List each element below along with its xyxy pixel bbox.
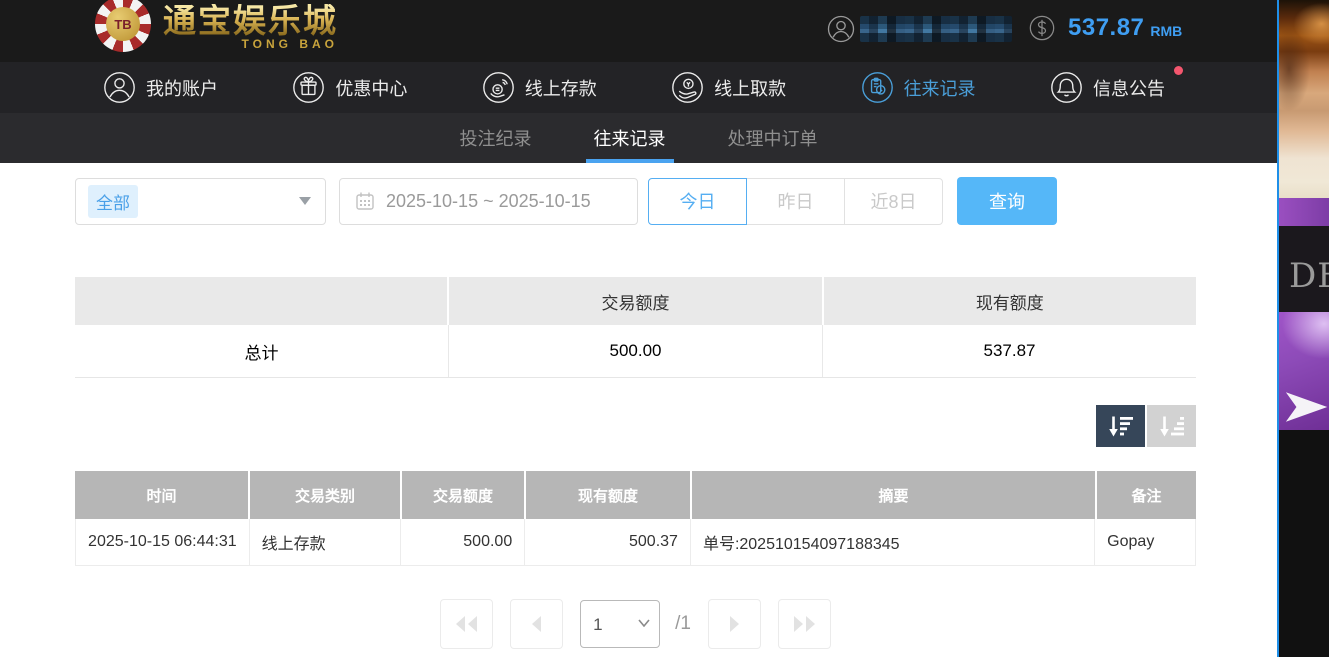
sort-ascending-button[interactable] — [1147, 405, 1196, 447]
logo-text: 通宝娱乐城 TONG BAO — [163, 4, 338, 51]
nav-item-my-account[interactable]: 我的账户 — [103, 71, 218, 104]
col-current-balance: 现有额度 — [524, 471, 690, 519]
first-page-icon — [453, 613, 481, 635]
banner-girl-photo — [1279, 0, 1329, 198]
calendar-icon — [355, 191, 375, 211]
nav-item-announcements[interactable]: 信息公告 — [1050, 71, 1165, 104]
nav-label: 往来记录 — [904, 75, 976, 101]
quick-date-group: 今日 昨日 近8日 — [648, 178, 943, 225]
banner-purple-band — [1279, 198, 1329, 226]
nav-label: 线上存款 — [525, 75, 597, 101]
col-summary: 摘要 — [690, 471, 1095, 519]
summary-header-trade-amount: 交易额度 — [447, 277, 821, 325]
sort-toolbar — [75, 405, 1196, 447]
cell-time: 2025-10-15 06:44:31 — [76, 519, 249, 565]
pagination: 1 /1 — [75, 599, 1196, 649]
first-page-button[interactable] — [440, 599, 493, 649]
yesterday-button[interactable]: 昨日 — [746, 178, 845, 225]
prev-page-button[interactable] — [510, 599, 563, 649]
filter-bar: 全部 2025-10-15 ~ 2025-10-15 今日 昨日 近8日 查询 — [75, 177, 1277, 225]
banner-roulette-photo — [1279, 430, 1329, 657]
date-range-picker[interactable]: 2025-10-15 ~ 2025-10-15 — [339, 178, 638, 225]
record-tabs: 投注纪录 往来记录 处理中订单 — [0, 113, 1277, 163]
today-button[interactable]: 今日 — [648, 178, 747, 225]
tab-bet-records[interactable]: 投注纪录 — [452, 113, 540, 163]
summary-total-label: 总计 — [75, 325, 448, 377]
nav-item-promotions[interactable]: 优惠中心 — [292, 71, 407, 104]
nav-item-deposit[interactable]: 线上存款 — [482, 71, 597, 104]
tab-transaction-records[interactable]: 往来记录 — [586, 113, 674, 163]
user-icon — [103, 71, 136, 104]
page-select[interactable]: 1 — [580, 600, 660, 648]
chevron-down-icon — [299, 197, 311, 205]
summary-total-row: 总计 500.00 537.87 — [75, 325, 1196, 377]
page-total: /1 — [675, 613, 691, 635]
nav-label: 优惠中心 — [335, 75, 407, 101]
last-8-days-button[interactable]: 近8日 — [844, 178, 943, 225]
nav-label: 我的账户 — [146, 75, 218, 101]
nav-item-withdraw[interactable]: 线上取款 — [671, 71, 786, 104]
sort-descending-button[interactable] — [1096, 405, 1145, 447]
withdraw-icon — [671, 71, 704, 104]
transactions-table: 时间 交易类别 交易额度 现有额度 摘要 备注 2025-10-15 06:44… — [75, 471, 1196, 566]
side-banner-strip: DB — [1277, 0, 1329, 657]
page-select-wrap: 1 — [580, 600, 660, 648]
col-remark: 备注 — [1095, 471, 1196, 519]
cell-trade-type: 线上存款 — [249, 519, 401, 565]
cell-summary: 单号:202510154097188345 — [690, 519, 1094, 565]
table-header-row: 时间 交易类别 交易额度 现有额度 摘要 备注 — [75, 471, 1196, 519]
user-avatar-icon — [826, 14, 856, 44]
username-redacted — [860, 16, 1012, 42]
nav-label: 线上取款 — [714, 75, 786, 101]
col-trade-type: 交易类别 — [248, 471, 400, 519]
notification-dot — [1174, 66, 1183, 75]
deposit-icon — [482, 71, 515, 104]
col-time: 时间 — [75, 471, 248, 519]
casino-chip-icon: TB — [95, 0, 151, 52]
sort-ascending-icon — [1158, 415, 1185, 438]
summary-header-empty — [75, 277, 447, 325]
gift-icon — [292, 71, 325, 104]
balance-display[interactable]: 537.87 RMB — [1028, 14, 1182, 42]
cell-trade-amount: 500.00 — [400, 519, 524, 565]
tab-pending-orders[interactable]: 处理中订单 — [720, 113, 826, 163]
summary-header-row: 交易额度 现有额度 — [75, 277, 1196, 325]
next-page-button[interactable] — [708, 599, 761, 649]
query-button[interactable]: 查询 — [957, 177, 1057, 225]
balance-amount: 537.87 — [1068, 14, 1144, 42]
main-content: 全部 2025-10-15 ~ 2025-10-15 今日 昨日 近8日 查询 — [0, 163, 1277, 649]
banner-purple-panel — [1279, 312, 1329, 430]
table-row: 2025-10-15 06:44:31 线上存款 500.00 500.37 单… — [75, 519, 1196, 566]
chip-monogram: TB — [106, 7, 140, 41]
type-select-dropdown[interactable]: 全部 — [75, 178, 326, 225]
summary-table: 交易额度 现有额度 总计 500.00 537.87 — [75, 277, 1196, 378]
col-trade-amount: 交易额度 — [400, 471, 524, 519]
cell-current-balance: 500.37 — [524, 519, 690, 565]
last-page-icon — [790, 613, 818, 635]
banner-brand-panel: DB — [1279, 226, 1329, 312]
banner-arrow-icon — [1285, 384, 1329, 430]
sort-descending-icon — [1107, 415, 1134, 438]
logo-title: 通宝娱乐城 — [163, 4, 338, 39]
top-bar: TB 通宝娱乐城 TONG BAO 537.87 RMB — [0, 0, 1277, 62]
banner-brand-letters: DB — [1289, 256, 1329, 296]
prev-page-icon — [523, 613, 551, 635]
summary-balance-total: 537.87 — [822, 325, 1196, 377]
nav-label: 信息公告 — [1093, 75, 1165, 101]
nav-item-transaction-records[interactable]: 往来记录 — [861, 71, 976, 104]
user-account[interactable] — [826, 14, 1012, 44]
site-logo[interactable]: TB 通宝娱乐城 TONG BAO — [95, 0, 338, 52]
balance-currency: RMB — [1150, 17, 1182, 39]
date-range-text: 2025-10-15 ~ 2025-10-15 — [386, 191, 591, 212]
summary-header-current-balance: 现有额度 — [822, 277, 1196, 325]
dollar-icon — [1028, 14, 1056, 42]
type-selected-chip: 全部 — [88, 185, 138, 218]
bell-icon — [1050, 71, 1083, 104]
main-nav: 我的账户 优惠中心 线上存款 线上取款 — [0, 62, 1277, 113]
last-page-button[interactable] — [778, 599, 831, 649]
cell-remark: Gopay — [1094, 519, 1195, 565]
records-icon — [861, 71, 894, 104]
summary-trade-total: 500.00 — [448, 325, 822, 377]
next-page-icon — [720, 613, 748, 635]
